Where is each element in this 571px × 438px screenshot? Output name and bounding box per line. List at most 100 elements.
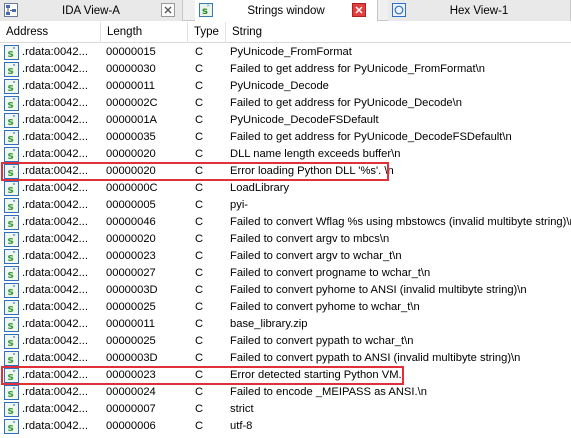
cell-length: 00000023 xyxy=(106,369,156,381)
cell-length: 0000001A xyxy=(106,114,158,126)
cell-address: .rdata:0042... xyxy=(22,80,88,92)
table-row[interactable]: s " .rdata:0042... 0000000C C LoadLibrary xyxy=(0,180,571,197)
close-icon[interactable] xyxy=(352,3,366,17)
svg-text:": " xyxy=(13,267,16,275)
table-row[interactable]: s " .rdata:0042... 00000030 C Failed to get a… xyxy=(0,61,571,78)
table-row[interactable]: s " .rdata:0042... 00000007 Cstrict xyxy=(0,401,571,418)
cell-string: Failed to convert pypath to ANSI (invali… xyxy=(230,352,521,364)
column-header-address[interactable]: Address xyxy=(0,22,101,43)
table-row[interactable]: s " .rdata:0042... 00000020 C DLL name length… xyxy=(0,146,571,163)
table-row[interactable]: s " .rdata:0042... 0000003D C Failed to conve… xyxy=(0,282,571,299)
cell-length: 00000030 xyxy=(106,63,156,75)
cell-address: .rdata:0042... xyxy=(22,267,88,279)
cell-length: 0000003D xyxy=(106,352,158,364)
svg-text:": " xyxy=(13,369,16,377)
table-row[interactable]: s " .rdata:0042... 00000046 C Failed to conve… xyxy=(0,214,571,231)
cell-string: Failed to convert pyhome to wchar_t\n xyxy=(230,301,420,313)
string-s-icon: s" xyxy=(4,181,19,196)
table-row[interactable]: s " .rdata:0042... 00000011 Cbase_library.zi… xyxy=(0,316,571,333)
string-s-icon: s" xyxy=(4,266,19,281)
table-row[interactable]: s " .rdata:0042... 0000002C C Failed to get a… xyxy=(0,95,571,112)
cell-length: 00000020 xyxy=(106,148,156,160)
cell-string: DLL name length exceeds buffer\n xyxy=(230,148,401,160)
tab-bar: IDA View-A s " Strings window Hex View-1 xyxy=(0,0,571,22)
cell-length: 00000020 xyxy=(106,233,156,245)
cell-string: PyUnicode_FromFormat xyxy=(230,46,352,58)
table-row[interactable]: s " .rdata:0042... 00000020 C Error loading P… xyxy=(0,163,571,180)
cell-string: Failed to get address for PyUnicode_Deco… xyxy=(230,131,512,143)
string-s-icon: s" xyxy=(4,419,19,434)
svg-text:": " xyxy=(13,250,16,258)
cell-string: Failed to convert pypath to wchar_t\n xyxy=(230,335,414,347)
column-header-length[interactable]: Length xyxy=(101,22,188,43)
cell-length: 00000005 xyxy=(106,199,156,211)
table-row[interactable]: s " .rdata:0042... 00000005 Cpyi- xyxy=(0,197,571,214)
table-row[interactable]: s " .rdata:0042... 00000035 C Failed to get a… xyxy=(0,129,571,146)
cell-length: 00000011 xyxy=(106,80,155,92)
cell-type: C xyxy=(195,386,204,398)
cell-string: Failed to convert Wflag %s using mbstowc… xyxy=(230,216,571,228)
cell-string: utf-8 xyxy=(230,420,253,432)
cell-address: .rdata:0042... xyxy=(22,114,88,126)
string-s-icon: s" xyxy=(4,300,19,315)
table-row[interactable]: s " .rdata:0042... 00000027 C Failed to conve… xyxy=(0,265,571,282)
cell-type: C xyxy=(195,301,204,313)
cell-length: 00000046 xyxy=(106,216,156,228)
string-s-icon: s" xyxy=(4,147,19,162)
cell-type: C xyxy=(195,318,204,330)
tab-strings-window[interactable]: s " Strings window xyxy=(195,0,378,22)
close-icon[interactable] xyxy=(161,3,175,17)
string-s-icon: s" xyxy=(4,317,19,332)
cell-address: .rdata:0042... xyxy=(22,318,88,330)
string-s-icon: s" xyxy=(4,164,19,179)
table-row[interactable]: s " .rdata:0042... 00000024 C Failed to encod… xyxy=(0,384,571,401)
column-header-string[interactable]: String xyxy=(226,22,571,43)
cell-type: C xyxy=(195,284,204,296)
string-s-icon: s" xyxy=(4,130,19,145)
svg-text:": " xyxy=(13,148,16,156)
svg-text:": " xyxy=(13,352,16,360)
cell-type: C xyxy=(195,182,204,194)
svg-text:": " xyxy=(13,165,16,173)
table-row[interactable]: s " .rdata:0042... 00000023 C Failed to conve… xyxy=(0,248,571,265)
string-s-icon: s" xyxy=(4,368,19,383)
table-row[interactable]: s " .rdata:0042... 00000025 C Failed to conve… xyxy=(0,333,571,350)
cell-address: .rdata:0042... xyxy=(22,335,88,347)
cell-address: .rdata:0042... xyxy=(22,403,88,415)
cell-string: pyi- xyxy=(230,199,249,211)
cell-address: .rdata:0042... xyxy=(22,148,88,160)
table-row[interactable]: s " .rdata:0042... 00000025 C Failed to conve… xyxy=(0,299,571,316)
svg-text:": " xyxy=(13,199,16,207)
column-header-type[interactable]: Type xyxy=(188,22,226,43)
column-header-row: Address Length Type String xyxy=(0,22,571,43)
svg-text:": " xyxy=(13,318,16,326)
table-row[interactable]: s " .rdata:0042... 00000015 C PyUnicode_FromF… xyxy=(0,44,571,61)
table-row[interactable]: s " .rdata:0042... 00000011 C PyUnicode_Decod… xyxy=(0,78,571,95)
cell-length: 0000000C xyxy=(106,182,158,194)
table-row[interactable]: s " .rdata:0042... 0000003D C Failed to conve… xyxy=(0,350,571,367)
svg-text:": " xyxy=(13,233,16,241)
table-row[interactable]: s " .rdata:0042... 00000023 C Error detected … xyxy=(0,367,571,384)
cell-length: 00000023 xyxy=(106,250,156,262)
svg-text:": " xyxy=(13,284,16,292)
string-s-icon: s" xyxy=(4,62,19,77)
cell-length: 00000011 xyxy=(106,318,155,330)
cell-length: 00000007 xyxy=(106,403,156,415)
cell-string: Failed to get address for PyUnicode_From… xyxy=(230,63,485,75)
table-row[interactable]: s " .rdata:0042... 0000001A C PyUnicode_Decod… xyxy=(0,112,571,129)
string-s-icon: s" xyxy=(4,334,19,349)
cell-address: .rdata:0042... xyxy=(22,97,88,109)
cell-type: C xyxy=(195,352,204,364)
cell-address: .rdata:0042... xyxy=(22,233,88,245)
tab-ida-view-a[interactable]: IDA View-A xyxy=(0,0,183,21)
cell-string: LoadLibrary xyxy=(230,182,290,194)
svg-text:": " xyxy=(13,216,16,224)
table-row[interactable]: s " .rdata:0042... 00000006 Cutf-8 xyxy=(0,418,571,435)
cell-address: .rdata:0042... xyxy=(22,284,88,296)
table-row[interactable]: s " .rdata:0042... 00000020 C Failed to conve… xyxy=(0,231,571,248)
tab-hex-view-1[interactable]: Hex View-1 xyxy=(388,0,571,21)
string-s-icon: s" xyxy=(4,96,19,111)
cell-string: Failed to convert progname to wchar_t\n xyxy=(230,267,431,279)
cell-type: C xyxy=(195,148,204,160)
cell-length: 00000025 xyxy=(106,335,156,347)
